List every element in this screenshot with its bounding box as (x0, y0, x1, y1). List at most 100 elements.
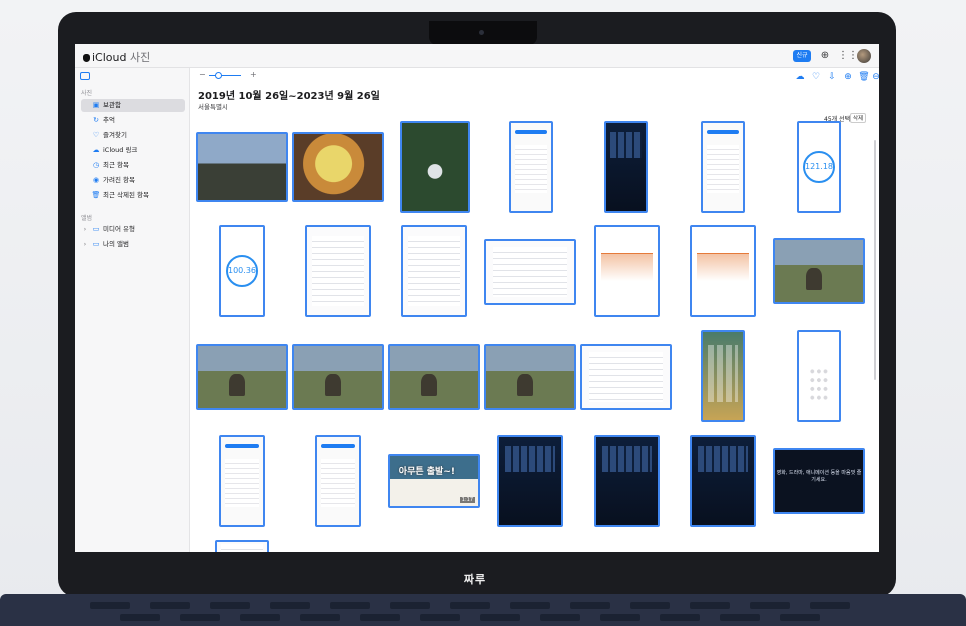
photo-thumbnail[interactable] (594, 225, 660, 317)
folder-icon: ▭ (92, 225, 100, 233)
keyboard-key (660, 614, 700, 621)
photo-thumbnail[interactable] (701, 121, 745, 213)
location-label: 서울특별시 (198, 103, 228, 111)
gauge-value: 121.18 (805, 162, 833, 171)
keyboard-key (540, 614, 580, 621)
keyboard-key (90, 602, 130, 609)
photo-thumbnail[interactable] (690, 435, 756, 527)
keyboard-key (480, 614, 520, 621)
keyboard-key (210, 602, 250, 609)
keyboard-key (450, 602, 490, 609)
add-to-album-icon[interactable]: ⊕ (842, 71, 854, 83)
screen: iCloud 사진 신규 ⊕ ⋮⋮ 사진 ▣ 보관함 ↻ 추억 ♡ 즐겨찾기 ☁ iCl… (75, 44, 879, 552)
zoom-out-button[interactable]: − (199, 70, 206, 79)
photo-thumbnail[interactable] (594, 435, 660, 527)
device-brand-label: 짜루 (463, 573, 487, 586)
keyboard-key (300, 614, 340, 621)
photo-thumbnail[interactable]: 121.18 (797, 121, 841, 213)
photo-thumbnail[interactable] (196, 132, 288, 202)
thumbnail-caption: 영화, 드라마, 애니메이션 등을 마음껏 즐기세요. (776, 469, 862, 483)
photo-thumbnail[interactable]: 100.36 (219, 225, 265, 317)
photo-thumbnail[interactable] (219, 435, 265, 527)
photo-thumbnail[interactable] (484, 344, 576, 410)
sidebar: 사진 ▣ 보관함 ↻ 추억 ♡ 즐겨찾기 ☁ iCloud 링크 ◷ 최근 항목 ◉ 가려진… (75, 68, 190, 552)
keyboard-key (510, 602, 550, 609)
sidebar-item-library[interactable]: ▣ 보관함 (81, 99, 185, 112)
app-grid-icon[interactable]: ⋮⋮ (838, 50, 858, 62)
download-icon[interactable]: ⇩ (826, 71, 838, 83)
share-cloud-icon[interactable]: ☁ (794, 71, 806, 83)
keyboard-key (720, 614, 760, 621)
app-title[interactable]: iCloud 사진 (83, 49, 150, 65)
apple-logo-icon (83, 54, 90, 62)
keyboard-key (240, 614, 280, 621)
sidebar-item-favorites[interactable]: ♡ 즐겨찾기 (81, 129, 185, 142)
photo-thumbnail[interactable] (509, 121, 553, 213)
zoom-in-button[interactable]: + (250, 70, 257, 79)
sidebar-item-my-albums[interactable]: › ▭ 나의 앨범 (81, 238, 185, 251)
gauge-value: 100.36 (228, 266, 256, 275)
sidebar-toggle-icon[interactable] (80, 72, 90, 80)
photo-thumbnail[interactable] (196, 344, 288, 410)
photo-thumbnail[interactable] (388, 344, 480, 410)
upload-button[interactable]: 신규 (793, 50, 811, 62)
photo-thumbnail[interactable] (215, 540, 269, 552)
keyboard-key (360, 614, 400, 621)
photo-thumbnail[interactable] (305, 225, 371, 317)
keyboard-key (750, 602, 790, 609)
photo-thumbnail[interactable]: 영화, 드라마, 애니메이션 등을 마음껏 즐기세요. (773, 448, 865, 514)
sidebar-item-label: 나의 앨범 (103, 240, 129, 248)
keyboard-key (150, 602, 190, 609)
sidebar-item-recently-deleted[interactable]: 🗑 최근 삭제된 항목 (81, 189, 185, 202)
photo-thumbnail[interactable] (292, 344, 384, 410)
photo-thumbnail[interactable] (400, 121, 470, 213)
app-name: iCloud (92, 51, 127, 64)
more-icon[interactable]: ⊖ (872, 71, 879, 83)
date-range-title: 2019년 10월 26일~2023년 9월 26일 (198, 91, 380, 102)
sidebar-item-memories[interactable]: ↻ 추억 (81, 114, 185, 127)
photo-thumbnail[interactable] (604, 121, 648, 213)
chevron-right-icon[interactable]: › (81, 223, 89, 236)
keyboard-key (690, 602, 730, 609)
photo-thumbnail[interactable] (315, 435, 361, 527)
photo-thumbnail[interactable] (292, 132, 384, 202)
photo-library: − + ☁ ♡ ⇩ ⊕ 🗑 ⊖ 2019년 10월 26일~2023년 9월 2… (190, 68, 879, 552)
camera-icon (479, 30, 484, 35)
library-icon: ▣ (92, 101, 100, 109)
photo-thumbnail[interactable] (484, 239, 576, 305)
sidebar-item-recents[interactable]: ◷ 최근 항목 (81, 159, 185, 172)
sidebar-item-label: 즐겨찾기 (103, 131, 127, 139)
photo-thumbnail[interactable] (580, 344, 672, 410)
keyboard-key (420, 614, 460, 621)
folder-icon: ▭ (92, 240, 100, 248)
sidebar-item-label: 가려진 항목 (103, 176, 135, 184)
heart-icon[interactable]: ♡ (810, 71, 822, 83)
keyboard-key (120, 614, 160, 621)
photo-thumbnail[interactable] (497, 435, 563, 527)
video-duration: 1:17 (459, 497, 475, 503)
keyboard-key (270, 602, 310, 609)
cloud-link-icon: ☁ (92, 146, 100, 154)
photo-thumbnail[interactable] (701, 330, 745, 422)
add-icon[interactable]: ⊕ (819, 50, 831, 62)
avatar[interactable] (857, 49, 871, 63)
sidebar-item-icloud-links[interactable]: ☁ iCloud 링크 (81, 144, 185, 157)
photo-thumbnail[interactable] (690, 225, 756, 317)
photo-thumbnail[interactable] (797, 330, 841, 422)
sidebar-section-albums: 앨범 (81, 215, 93, 222)
sidebar-item-hidden[interactable]: ◉ 가려진 항목 (81, 174, 185, 187)
app-section: 사진 (129, 51, 151, 64)
zoom-slider-knob[interactable] (215, 72, 222, 79)
delete-icon[interactable]: 🗑 (858, 71, 870, 83)
video-thumbnail[interactable]: 아무튼 출발~! 1:17 (388, 454, 480, 508)
clock-icon: ◷ (92, 161, 100, 169)
photo-thumbnail[interactable] (773, 238, 865, 304)
zoom-slider[interactable] (209, 75, 241, 76)
keyboard-key (810, 602, 850, 609)
sidebar-item-media-types[interactable]: › ▭ 미디어 유형 (81, 223, 185, 236)
photo-thumbnail[interactable] (401, 225, 467, 317)
chevron-right-icon[interactable]: › (81, 238, 89, 251)
scrollbar[interactable] (874, 140, 876, 380)
sidebar-item-label: 최근 삭제된 항목 (103, 191, 149, 199)
keyboard-base (0, 594, 966, 626)
